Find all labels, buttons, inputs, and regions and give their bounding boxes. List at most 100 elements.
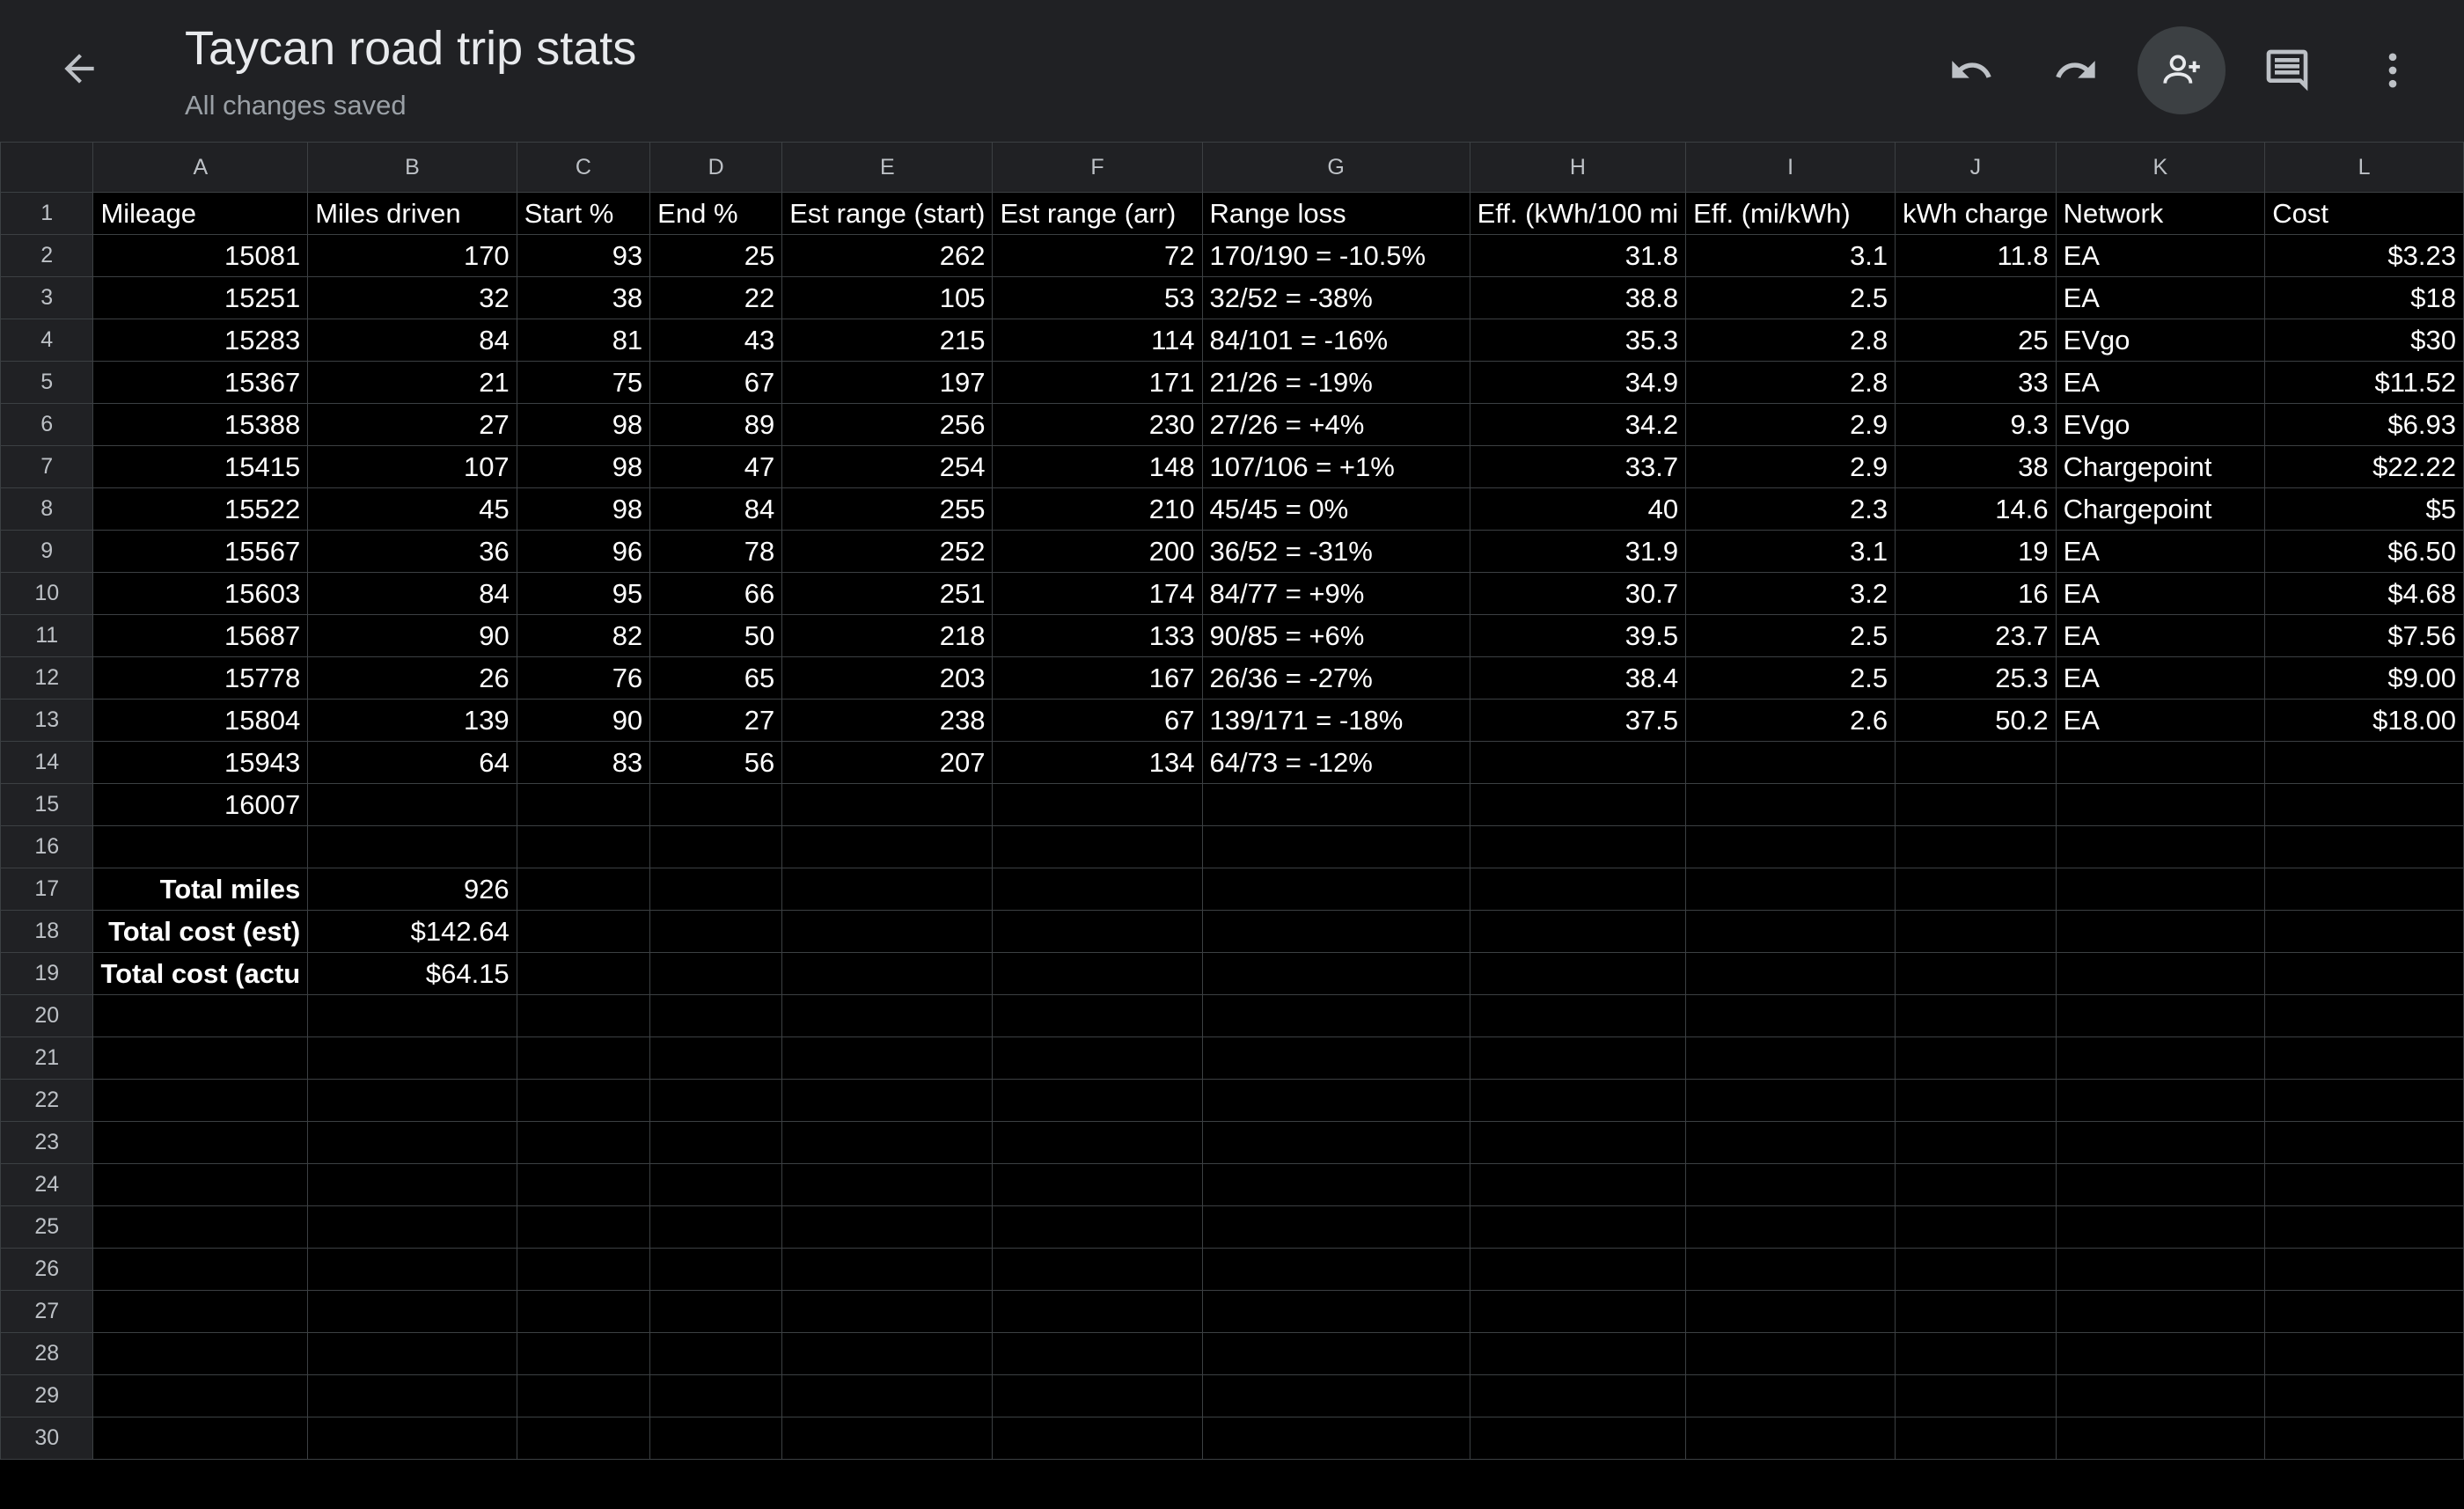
- row-header[interactable]: 21: [0, 1037, 94, 1080]
- cell-j13[interactable]: 50.2: [1895, 699, 2057, 742]
- column-header-f[interactable]: F: [992, 142, 1203, 193]
- cell-i20[interactable]: [1685, 994, 1896, 1037]
- cell-d22[interactable]: [649, 1079, 783, 1122]
- cell-d8[interactable]: 84: [649, 487, 783, 531]
- cell-k18[interactable]: [2055, 910, 2266, 953]
- cell-k3[interactable]: EA: [2055, 276, 2266, 319]
- cell-g2[interactable]: 170/190 = -10.5%: [1201, 234, 1470, 277]
- cell-d13[interactable]: 27: [649, 699, 783, 742]
- cell-f9[interactable]: 200: [992, 530, 1203, 573]
- cell-e20[interactable]: [781, 994, 994, 1037]
- cell-g26[interactable]: [1201, 1248, 1470, 1291]
- cell-d24[interactable]: [649, 1163, 783, 1206]
- cell-a26[interactable]: [92, 1248, 309, 1291]
- row-header[interactable]: 22: [0, 1079, 94, 1122]
- cell-j1[interactable]: kWh charge: [1895, 192, 2057, 235]
- cell-a10[interactable]: 15603: [92, 572, 309, 615]
- row-header[interactable]: 18: [0, 910, 94, 953]
- cell-j6[interactable]: 9.3: [1895, 403, 2057, 446]
- cell-k8[interactable]: Chargepoint: [2055, 487, 2266, 531]
- cell-f19[interactable]: [992, 952, 1203, 995]
- cell-g5[interactable]: 21/26 = -19%: [1201, 361, 1470, 404]
- back-button[interactable]: [44, 35, 114, 106]
- cell-h13[interactable]: 37.5: [1469, 699, 1687, 742]
- cell-l3[interactable]: $18: [2264, 276, 2464, 319]
- cell-j20[interactable]: [1895, 994, 2057, 1037]
- cell-e10[interactable]: 251: [781, 572, 994, 615]
- cell-k26[interactable]: [2055, 1248, 2266, 1291]
- cell-c17[interactable]: [516, 868, 651, 911]
- row-header[interactable]: 8: [0, 487, 94, 531]
- cell-f10[interactable]: 174: [992, 572, 1203, 615]
- cell-i17[interactable]: [1685, 868, 1896, 911]
- cell-c30[interactable]: [516, 1417, 651, 1460]
- cell-i30[interactable]: [1685, 1417, 1896, 1460]
- cell-c2[interactable]: 93: [516, 234, 651, 277]
- cell-h19[interactable]: [1469, 952, 1687, 995]
- cell-a25[interactable]: [92, 1205, 309, 1249]
- cell-l7[interactable]: $22.22: [2264, 445, 2464, 488]
- cell-k10[interactable]: EA: [2055, 572, 2266, 615]
- cell-k22[interactable]: [2055, 1079, 2266, 1122]
- cell-a12[interactable]: 15778: [92, 656, 309, 700]
- cell-e11[interactable]: 218: [781, 614, 994, 657]
- cell-d18[interactable]: [649, 910, 783, 953]
- cell-f16[interactable]: [992, 825, 1203, 868]
- cell-h9[interactable]: 31.9: [1469, 530, 1687, 573]
- row-header[interactable]: 5: [0, 361, 94, 404]
- cell-i25[interactable]: [1685, 1205, 1896, 1249]
- column-header-b[interactable]: B: [307, 142, 517, 193]
- cell-i11[interactable]: 2.5: [1685, 614, 1896, 657]
- cell-j16[interactable]: [1895, 825, 2057, 868]
- cell-e9[interactable]: 252: [781, 530, 994, 573]
- cell-j14[interactable]: [1895, 741, 2057, 784]
- cell-e28[interactable]: [781, 1332, 994, 1375]
- row-header[interactable]: 14: [0, 741, 94, 784]
- cell-g8[interactable]: 45/45 = 0%: [1201, 487, 1470, 531]
- column-header-d[interactable]: D: [649, 142, 783, 193]
- cell-l27[interactable]: [2264, 1290, 2464, 1333]
- cell-b17[interactable]: 926: [307, 868, 517, 911]
- row-header[interactable]: 24: [0, 1163, 94, 1206]
- row-header[interactable]: 7: [0, 445, 94, 488]
- cell-g11[interactable]: 90/85 = +6%: [1201, 614, 1470, 657]
- cell-l9[interactable]: $6.50: [2264, 530, 2464, 573]
- cell-c3[interactable]: 38: [516, 276, 651, 319]
- row-header[interactable]: 28: [0, 1332, 94, 1375]
- cell-h16[interactable]: [1469, 825, 1687, 868]
- column-header-j[interactable]: J: [1895, 142, 2057, 193]
- cell-e16[interactable]: [781, 825, 994, 868]
- cell-k30[interactable]: [2055, 1417, 2266, 1460]
- row-header[interactable]: 29: [0, 1374, 94, 1417]
- cell-k4[interactable]: EVgo: [2055, 319, 2266, 362]
- cell-j28[interactable]: [1895, 1332, 2057, 1375]
- cell-a2[interactable]: 15081: [92, 234, 309, 277]
- cell-h27[interactable]: [1469, 1290, 1687, 1333]
- row-header[interactable]: 27: [0, 1290, 94, 1333]
- cell-i6[interactable]: 2.9: [1685, 403, 1896, 446]
- cell-a11[interactable]: 15687: [92, 614, 309, 657]
- cell-a15[interactable]: 16007: [92, 783, 309, 826]
- cell-i3[interactable]: 2.5: [1685, 276, 1896, 319]
- cell-k28[interactable]: [2055, 1332, 2266, 1375]
- row-header[interactable]: 11: [0, 614, 94, 657]
- cell-l11[interactable]: $7.56: [2264, 614, 2464, 657]
- cell-j23[interactable]: [1895, 1121, 2057, 1164]
- cell-c23[interactable]: [516, 1121, 651, 1164]
- cell-c8[interactable]: 98: [516, 487, 651, 531]
- cell-j24[interactable]: [1895, 1163, 2057, 1206]
- cell-l30[interactable]: [2264, 1417, 2464, 1460]
- cell-a27[interactable]: [92, 1290, 309, 1333]
- cell-h17[interactable]: [1469, 868, 1687, 911]
- cell-j12[interactable]: 25.3: [1895, 656, 2057, 700]
- cell-a6[interactable]: 15388: [92, 403, 309, 446]
- cell-l22[interactable]: [2264, 1079, 2464, 1122]
- cell-d3[interactable]: 22: [649, 276, 783, 319]
- cell-k24[interactable]: [2055, 1163, 2266, 1206]
- cell-k19[interactable]: [2055, 952, 2266, 995]
- cell-i15[interactable]: [1685, 783, 1896, 826]
- cell-d26[interactable]: [649, 1248, 783, 1291]
- row-header[interactable]: 15: [0, 783, 94, 826]
- cell-a19[interactable]: Total cost (actu: [92, 952, 309, 995]
- cell-h24[interactable]: [1469, 1163, 1687, 1206]
